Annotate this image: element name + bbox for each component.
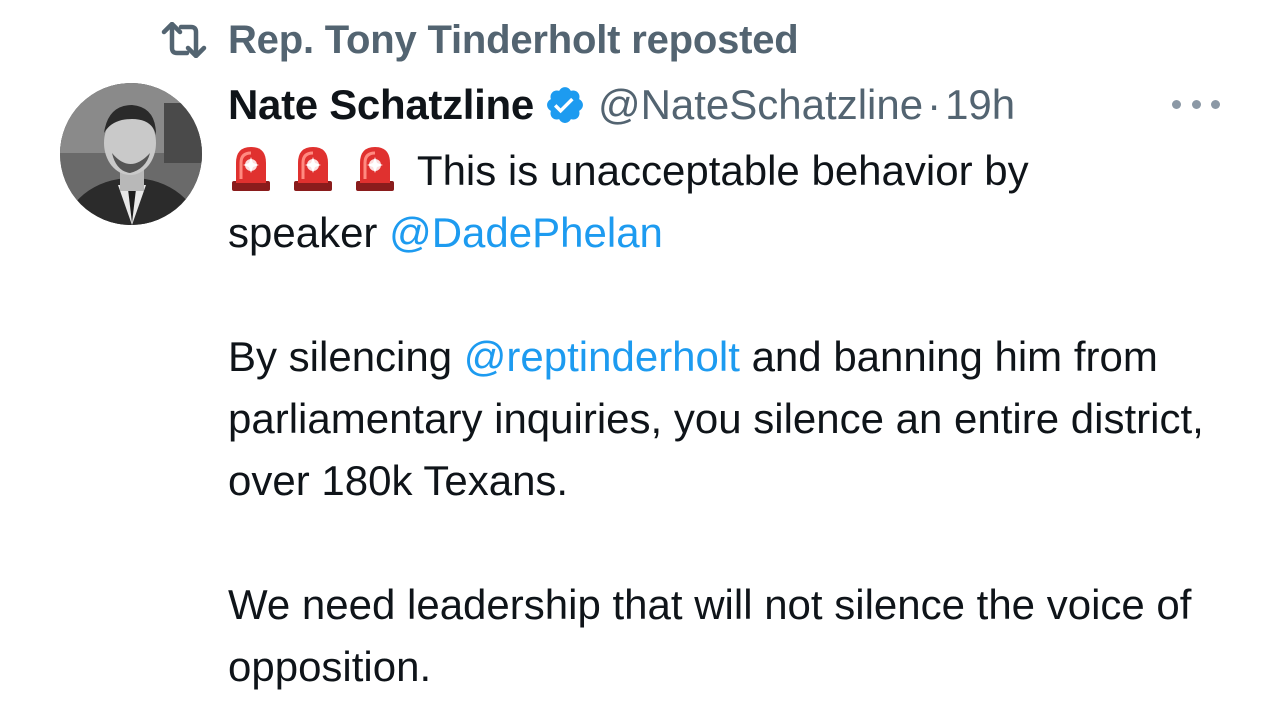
tweet-header: Nate Schatzline @NateSchatzline · 19h (228, 76, 1015, 134)
repost-context[interactable]: Rep. Tony Tinderholt reposted (160, 14, 799, 66)
more-options-icon[interactable] (1172, 92, 1220, 116)
repost-icon (160, 22, 208, 58)
avatar[interactable] (60, 83, 202, 225)
paragraph-3: We need leadership that will not silence… (228, 581, 1192, 690)
siren-emoji-icon (290, 141, 336, 193)
para-2-prefix: By silencing (228, 333, 464, 380)
siren-emoji-icon (352, 141, 398, 193)
author-handle[interactable]: @NateSchatzline (598, 81, 923, 129)
tweet-text: This is unacceptable behavior by speaker … (228, 140, 1268, 698)
line-1-text: This is unacceptable behavior by (406, 147, 1029, 194)
author-name[interactable]: Nate Schatzline (228, 81, 534, 129)
tweet-timestamp[interactable]: 19h (945, 81, 1015, 129)
repost-label: Rep. Tony Tinderholt reposted (228, 17, 799, 62)
siren-emoji-icon (228, 141, 274, 193)
paragraph-1: This is unacceptable behavior by speaker … (228, 140, 1268, 264)
mention-dadephelan[interactable]: @DadePhelan (389, 209, 663, 256)
separator-dot: · (927, 81, 942, 128)
paragraph-2: By silencing @reptinderholt and banning … (228, 326, 1268, 512)
line-2-prefix: speaker (228, 209, 390, 256)
mention-reptinderholt[interactable]: @reptinderholt (464, 333, 740, 380)
verified-badge-icon[interactable] (544, 84, 586, 126)
